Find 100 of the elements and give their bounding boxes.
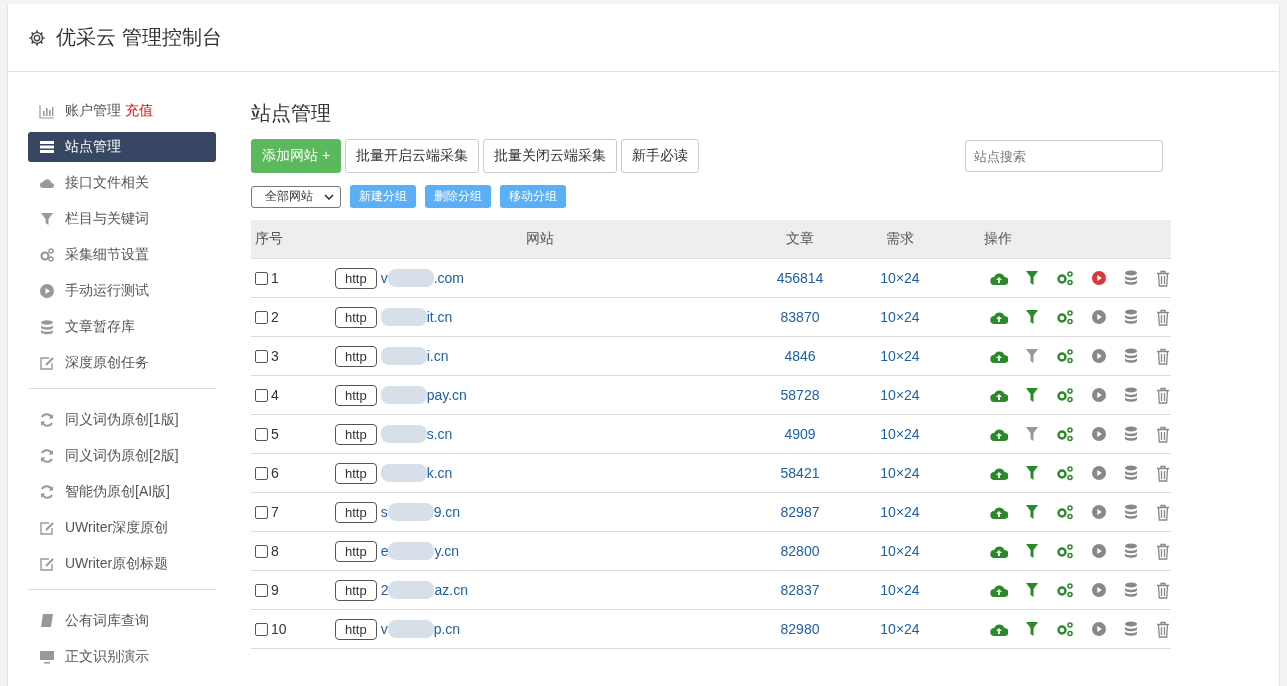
play-icon[interactable] [1092,427,1106,441]
site-domain[interactable]: it.cn [426,309,453,325]
filter-icon[interactable] [1026,427,1038,441]
filter-icon[interactable] [1026,349,1038,363]
play-icon[interactable] [1092,466,1106,480]
trash-icon[interactable] [1156,581,1170,599]
row-checkbox[interactable] [255,544,268,558]
cloud-upload-icon[interactable] [990,427,1008,441]
sidebar-item[interactable]: 站点管理 [28,132,216,162]
site-domain[interactable]: v [380,621,388,637]
site-domain[interactable]: 2 [380,582,389,598]
trash-icon[interactable] [1156,542,1170,560]
filter-icon[interactable] [1026,388,1038,402]
site-domain[interactable]: pay.cn [426,387,467,403]
site-domain[interactable]: s [380,504,388,520]
site-domain[interactable]: y.cn [434,543,460,559]
site-domain[interactable]: k.cn [426,465,453,481]
play-icon[interactable] [1092,271,1106,285]
cloud-upload-icon[interactable] [990,310,1008,324]
demand-value[interactable]: 10×24 [880,504,920,520]
database-icon[interactable] [1124,465,1138,481]
site-domain[interactable]: p.cn [433,621,461,637]
sidebar-item[interactable]: 文章暂存库 [28,312,216,342]
filter-icon[interactable] [1026,310,1038,324]
database-icon[interactable] [1124,543,1138,559]
sidebar-item[interactable]: 手动运行测试 [28,276,216,306]
cloud-upload-icon[interactable] [990,349,1008,363]
site-domain[interactable]: i.cn [426,348,449,364]
sidebar-item[interactable]: 账户管理 充值 [28,96,216,126]
filter-icon[interactable] [1026,583,1038,597]
trash-icon[interactable] [1156,347,1170,365]
sidebar-item[interactable]: 正文识别演示 [28,642,216,672]
demand-value[interactable]: 10×24 [880,270,920,286]
recharge-link[interactable]: 充值 [125,102,153,120]
demand-value[interactable]: 10×24 [880,348,920,364]
row-checkbox[interactable] [255,622,268,636]
toolbar-button[interactable]: 批量关闭云端采集 [483,139,618,173]
demand-value[interactable]: 10×24 [880,465,920,481]
database-icon[interactable] [1124,348,1138,364]
database-icon[interactable] [1124,387,1138,403]
filter-icon[interactable] [1026,466,1038,480]
row-checkbox[interactable] [255,583,268,597]
sidebar-item[interactable]: UWriter深度原创 [28,513,216,543]
toolbar-button[interactable]: 新手必读 [621,139,700,173]
sidebar-item[interactable]: 同义词伪原创[2版] [28,441,216,471]
sidebar-item[interactable]: 智能伪原创[AI版] [28,477,216,507]
play-icon[interactable] [1092,622,1106,636]
filter-icon[interactable] [1026,622,1038,636]
demand-value[interactable]: 10×24 [880,387,920,403]
trash-icon[interactable] [1156,464,1170,482]
demand-value[interactable]: 10×24 [880,309,920,325]
database-icon[interactable] [1124,504,1138,520]
trash-icon[interactable] [1156,425,1170,443]
database-icon[interactable] [1124,309,1138,325]
site-domain[interactable]: .com [433,270,465,286]
article-count[interactable]: 4909 [784,426,816,442]
cloud-upload-icon[interactable] [990,505,1008,519]
site-domain[interactable]: az.cn [434,582,468,598]
play-icon[interactable] [1092,349,1106,363]
row-checkbox[interactable] [255,466,268,480]
database-icon[interactable] [1124,270,1138,286]
trash-icon[interactable] [1156,503,1170,521]
demand-value[interactable]: 10×24 [880,543,920,559]
trash-icon[interactable] [1156,269,1170,287]
demand-value[interactable]: 10×24 [880,582,920,598]
database-icon[interactable] [1124,621,1138,637]
database-icon[interactable] [1124,426,1138,442]
filter-icon[interactable] [1026,271,1038,285]
article-count[interactable]: 82987 [780,504,820,520]
cloud-upload-icon[interactable] [990,583,1008,597]
cloud-upload-icon[interactable] [990,271,1008,285]
play-icon[interactable] [1092,310,1106,324]
article-count[interactable]: 456814 [776,270,824,286]
article-count[interactable]: 4846 [784,348,816,364]
site-domain[interactable]: 9.cn [433,504,461,520]
trash-icon[interactable] [1156,620,1170,638]
sidebar-item[interactable]: 公有词库查询 [28,606,216,636]
article-count[interactable]: 82837 [780,582,820,598]
sidebar-item[interactable]: 深度原创任务 [28,348,216,378]
play-icon[interactable] [1092,388,1106,402]
article-count[interactable]: 82800 [780,543,820,559]
demand-value[interactable]: 10×24 [880,426,920,442]
cloud-upload-icon[interactable] [990,466,1008,480]
site-domain[interactable]: s.cn [426,426,453,442]
database-icon[interactable] [1124,582,1138,598]
site-domain[interactable]: v [380,270,388,286]
filter-icon[interactable] [1026,505,1038,519]
article-count[interactable]: 83870 [780,309,820,325]
filter-icon[interactable] [1026,544,1038,558]
sidebar-item[interactable]: 接口文件相关 [28,168,216,198]
article-count[interactable]: 58421 [780,465,820,481]
demand-value[interactable]: 10×24 [880,621,920,637]
row-checkbox[interactable] [255,310,268,324]
cloud-upload-icon[interactable] [990,544,1008,558]
row-checkbox[interactable] [255,505,268,519]
toolbar-button[interactable]: 批量开启云端采集 [345,139,480,173]
article-count[interactable]: 82980 [780,621,820,637]
trash-icon[interactable] [1156,386,1170,404]
row-checkbox[interactable] [255,349,268,363]
article-count[interactable]: 58728 [780,387,820,403]
